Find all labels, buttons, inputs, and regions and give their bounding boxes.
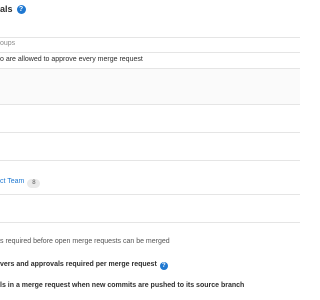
member-count-badge: 8	[27, 178, 41, 188]
divider	[0, 52, 300, 53]
divider	[0, 132, 300, 133]
divider	[0, 222, 300, 223]
section-title: als	[0, 4, 13, 14]
approve-description: o are allowed to approve every merge req…	[0, 56, 143, 63]
divider	[0, 37, 300, 38]
help-icon[interactable]: ?	[159, 262, 168, 270]
divider	[0, 160, 300, 161]
help-icon[interactable]: ?	[16, 4, 26, 14]
override-approvers-label[interactable]: vers and approvals required per merge re…	[0, 261, 157, 268]
team-name-link[interactable]: ct Team	[0, 178, 24, 185]
section-title-row: als ?	[0, 0, 26, 18]
reset-approvals-label[interactable]: ls in a merge request when new commits a…	[0, 282, 244, 289]
approvals-required-text: s required before open merge requests ca…	[0, 238, 170, 245]
groups-label: oups	[0, 40, 16, 47]
reset-approvals-setting[interactable]: ls in a merge request when new commits a…	[0, 282, 244, 289]
divider	[0, 194, 300, 195]
approvers-panel	[0, 68, 300, 105]
override-approvers-setting[interactable]: vers and approvals required per merge re…	[0, 261, 168, 270]
team-row[interactable]: ct Team 8	[0, 178, 41, 188]
